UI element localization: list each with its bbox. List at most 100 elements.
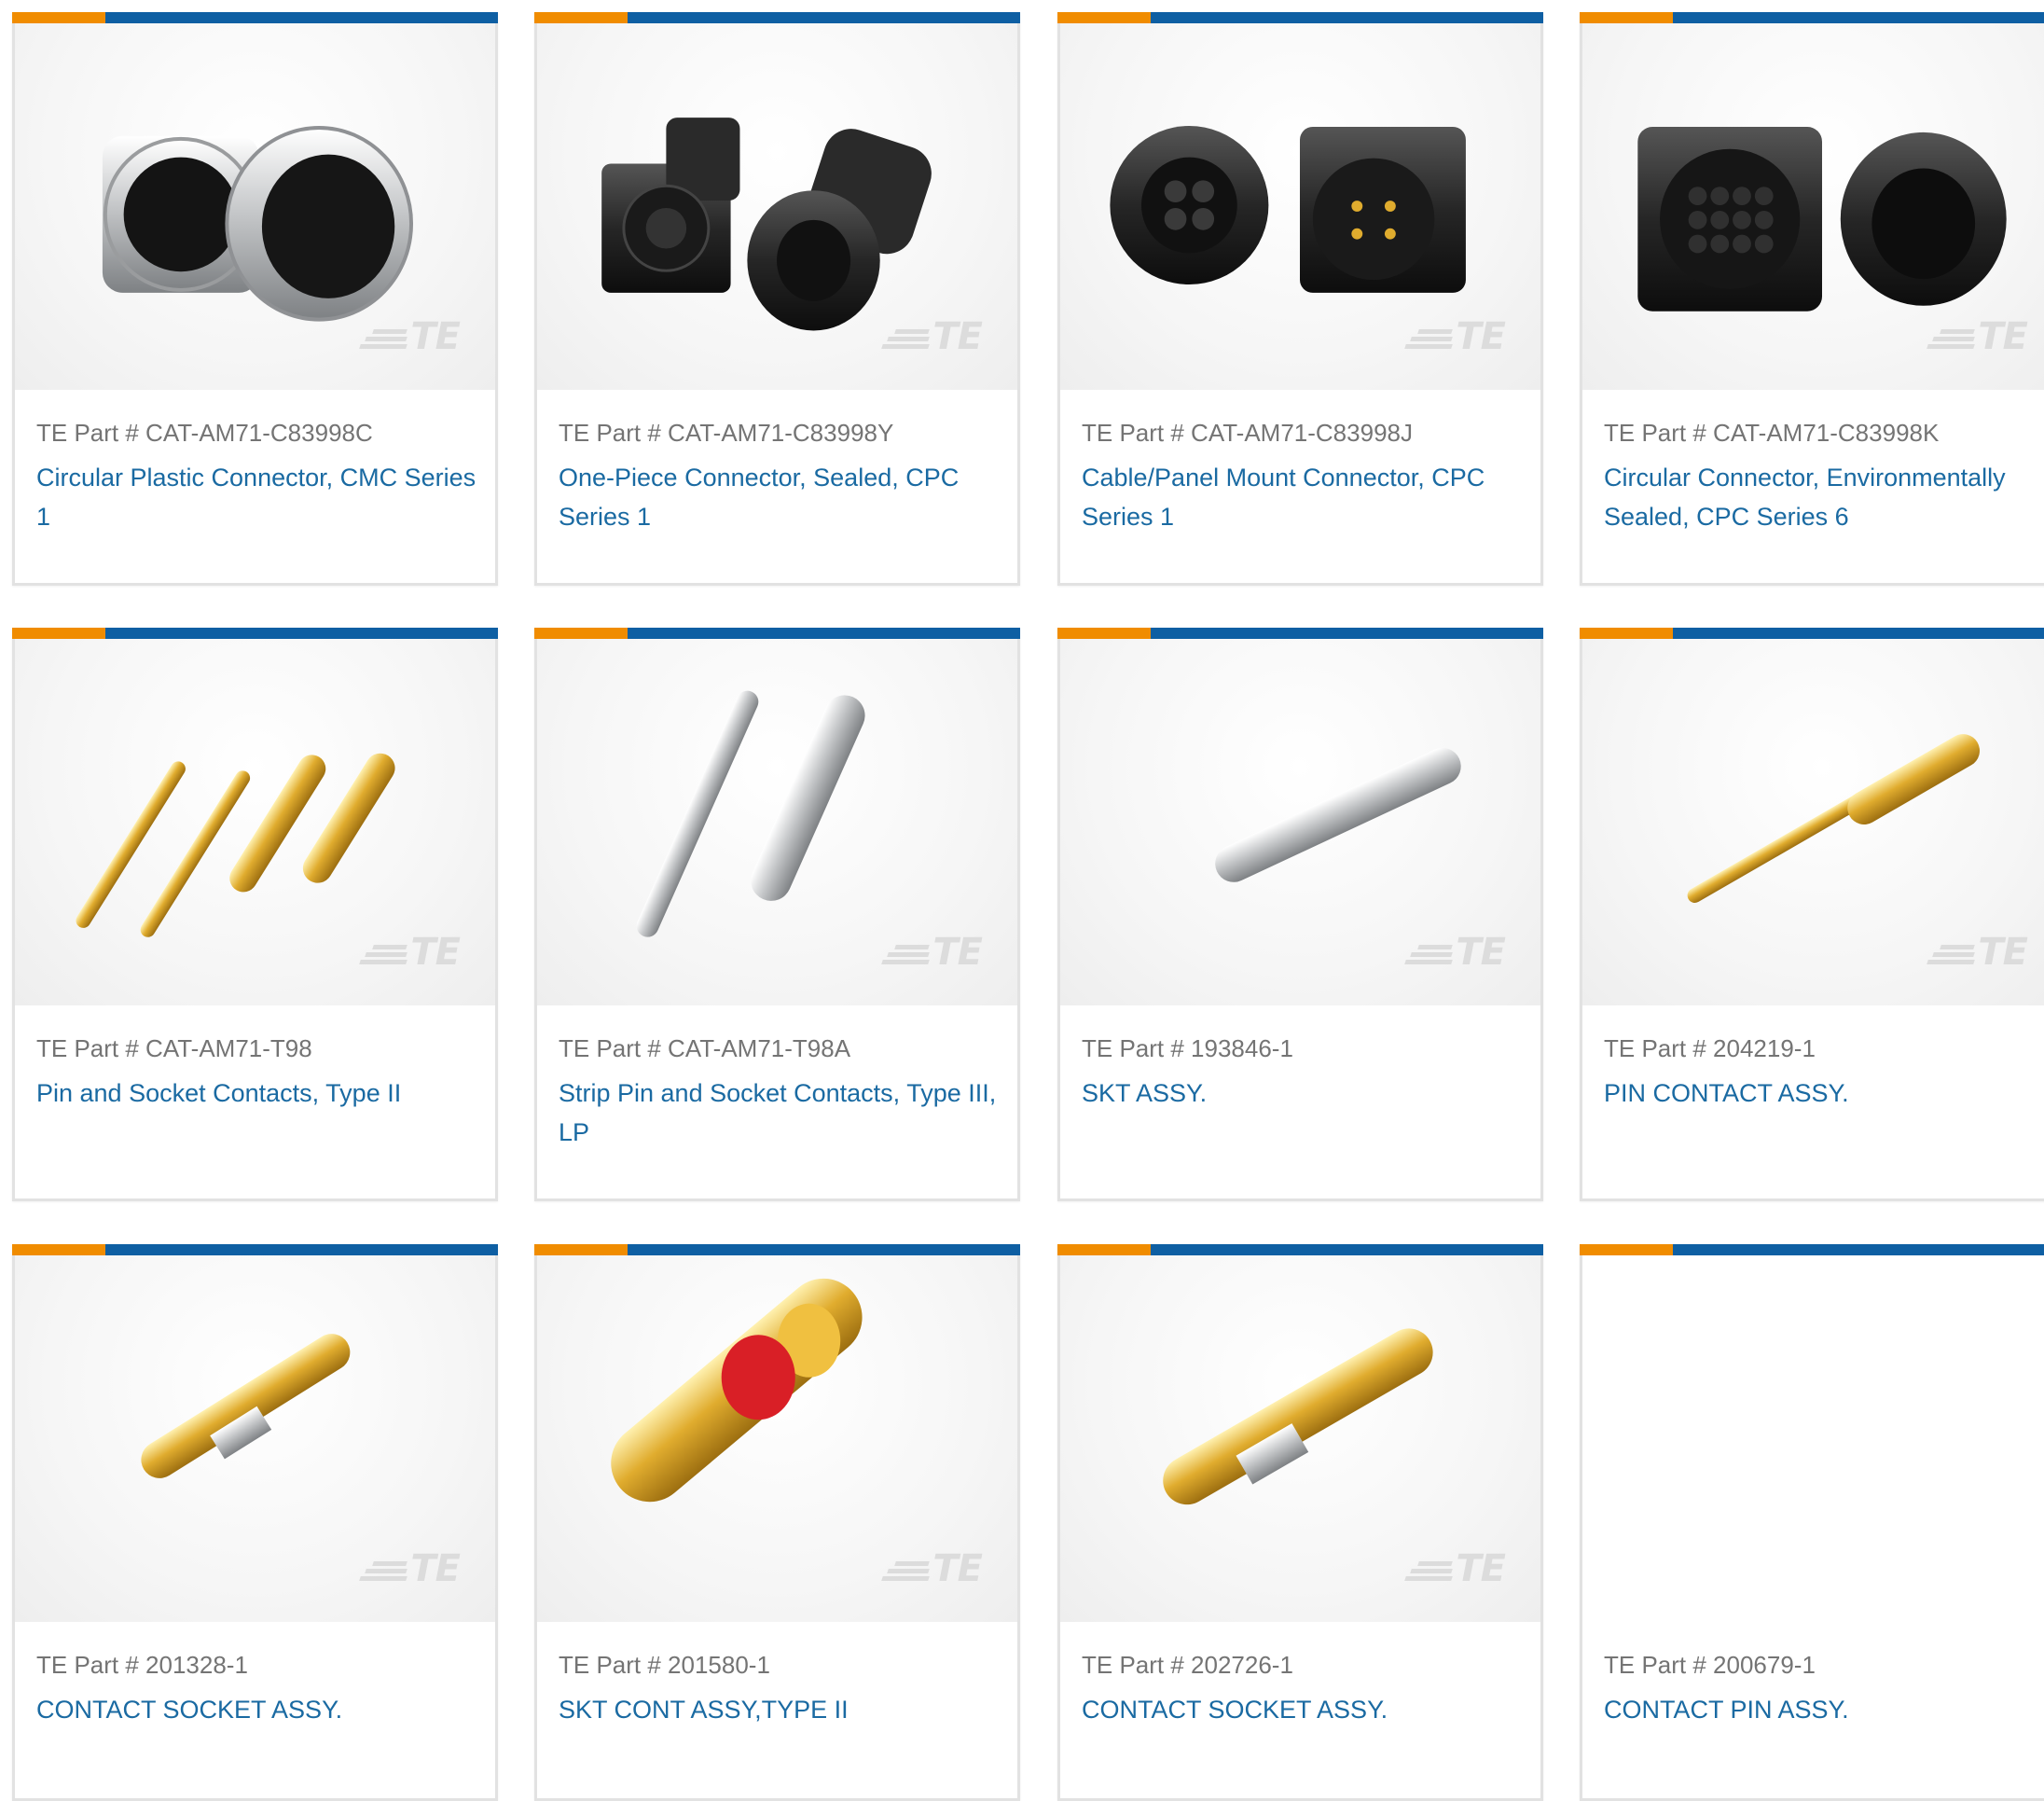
te-logo-text: TE: [932, 315, 983, 358]
product-image[interactable]: TE: [1582, 639, 2044, 1005]
product-title-link[interactable]: Cable/Panel Mount Connector, CPC Series …: [1082, 458, 1539, 536]
product-card[interactable]: TE TE Part # CAT-AM71-C83998Y One-Piece Co…: [534, 12, 1020, 586]
product-card[interactable]: TE Part # 200679-1 CONTACT PIN ASSY.: [1580, 1244, 2044, 1801]
accent-blue-segment: [105, 628, 498, 639]
card-accent-bar: [12, 628, 498, 639]
card-accent-bar: [1580, 628, 2044, 639]
accent-orange-segment: [1580, 1244, 1673, 1255]
te-logo-text: TE: [932, 931, 983, 974]
product-image[interactable]: TE: [15, 639, 495, 1005]
product-image[interactable]: TE: [1582, 23, 2044, 390]
part-number: TE Part # 200679-1: [1604, 1651, 1816, 1679]
te-logo-watermark: TE: [881, 315, 983, 358]
te-logo-text: TE: [1456, 315, 1506, 358]
product-image[interactable]: [1582, 1255, 2044, 1622]
te-logo-watermark: TE: [1404, 1547, 1506, 1590]
product-title-link[interactable]: Circular Plastic Connector, CMC Series 1: [36, 458, 493, 536]
accent-orange-segment: [1580, 628, 1673, 639]
product-title-link[interactable]: CONTACT PIN ASSY.: [1604, 1690, 2044, 1729]
card-accent-bar: [12, 12, 498, 23]
te-logo-text: TE: [410, 315, 461, 358]
card-accent-bar: [1057, 12, 1543, 23]
te-logo-watermark: TE: [1404, 315, 1506, 358]
product-title-link[interactable]: SKT ASSY.: [1082, 1074, 1539, 1113]
accent-orange-segment: [1057, 628, 1151, 639]
te-logo-text: TE: [1978, 931, 2028, 974]
te-logo-watermark: TE: [359, 931, 461, 974]
te-logo-text: TE: [410, 931, 461, 974]
product-image[interactable]: TE: [15, 23, 495, 390]
accent-orange-segment: [1580, 12, 1673, 23]
part-number: TE Part # CAT-AM71-C83998Y: [559, 419, 894, 447]
product-title-link[interactable]: Strip Pin and Socket Contacts, Type III,…: [559, 1074, 1015, 1152]
accent-blue-segment: [628, 1244, 1020, 1255]
part-number: TE Part # 202726-1: [1082, 1651, 1293, 1679]
accent-orange-segment: [12, 12, 105, 23]
product-title-link[interactable]: CONTACT SOCKET ASSY.: [1082, 1690, 1539, 1729]
card-accent-bar: [1580, 1244, 2044, 1255]
product-card[interactable]: TE TE Part # CAT-AM71-C83998C Circular Pla…: [12, 12, 498, 586]
accent-blue-segment: [1673, 1244, 2044, 1255]
product-grid: TE TE Part # CAT-AM71-C83998C Circular Pla…: [0, 0, 2044, 1801]
te-logo-text: TE: [1978, 315, 2028, 358]
part-number: TE Part # 201580-1: [559, 1651, 770, 1679]
part-number: TE Part # CAT-AM71-T98: [36, 1034, 312, 1062]
product-image[interactable]: TE: [537, 639, 1017, 1005]
product-image[interactable]: TE: [537, 23, 1017, 390]
product-title-link[interactable]: SKT CONT ASSY,TYPE II: [559, 1690, 1015, 1729]
part-number: TE Part # 201328-1: [36, 1651, 248, 1679]
part-number: TE Part # CAT-AM71-C83998J: [1082, 419, 1413, 447]
accent-orange-segment: [534, 628, 628, 639]
accent-blue-segment: [628, 12, 1020, 23]
accent-blue-segment: [1673, 12, 2044, 23]
product-image[interactable]: TE: [1060, 639, 1540, 1005]
te-logo-text: TE: [410, 1547, 461, 1590]
part-number: TE Part # CAT-AM71-C83998C: [36, 419, 373, 447]
product-image[interactable]: TE: [1060, 1255, 1540, 1622]
product-image[interactable]: TE: [537, 1255, 1017, 1622]
accent-blue-segment: [1151, 1244, 1543, 1255]
card-accent-bar: [12, 1244, 498, 1255]
product-card[interactable]: TE TE Part # 193846-1 SKT ASSY.: [1057, 628, 1543, 1201]
accent-blue-segment: [105, 1244, 498, 1255]
card-accent-bar: [1580, 12, 2044, 23]
accent-orange-segment: [534, 12, 628, 23]
part-number: TE Part # CAT-AM71-T98A: [559, 1034, 851, 1062]
product-card[interactable]: TE TE Part # 201580-1 SKT CONT ASSY,TYPE I…: [534, 1244, 1020, 1801]
te-logo-watermark: TE: [1404, 931, 1506, 974]
part-number: TE Part # 204219-1: [1604, 1034, 1816, 1062]
product-card[interactable]: TE TE Part # CAT-AM71-C83998K Circular Con…: [1580, 12, 2044, 586]
te-logo-text: TE: [1456, 931, 1506, 974]
product-card[interactable]: TE TE Part # CAT-AM71-T98 Pin and Socket C…: [12, 628, 498, 1201]
product-card[interactable]: TE TE Part # 202726-1 CONTACT SOCKET ASSY.: [1057, 1244, 1543, 1801]
product-card[interactable]: TE TE Part # 204219-1 PIN CONTACT ASSY.: [1580, 628, 2044, 1201]
te-logo-watermark: TE: [359, 1547, 461, 1590]
product-card[interactable]: TE TE Part # CAT-AM71-C83998J Cable/Panel …: [1057, 12, 1543, 586]
te-logo-watermark: TE: [1927, 931, 2028, 974]
product-title-link[interactable]: CONTACT SOCKET ASSY.: [36, 1690, 493, 1729]
te-logo-watermark: TE: [359, 315, 461, 358]
te-logo-text: TE: [1456, 1547, 1506, 1590]
accent-orange-segment: [12, 628, 105, 639]
card-accent-bar: [1057, 1244, 1543, 1255]
product-title-link[interactable]: PIN CONTACT ASSY.: [1604, 1074, 2044, 1113]
accent-orange-segment: [1057, 1244, 1151, 1255]
accent-blue-segment: [628, 628, 1020, 639]
product-image[interactable]: TE: [1060, 23, 1540, 390]
product-card[interactable]: TE TE Part # 201328-1 CONTACT SOCKET ASSY.: [12, 1244, 498, 1801]
accent-blue-segment: [105, 12, 498, 23]
te-logo-watermark: TE: [881, 1547, 983, 1590]
product-title-link[interactable]: Circular Connector, Environmentally Seal…: [1604, 458, 2044, 536]
part-number: TE Part # CAT-AM71-C83998K: [1604, 419, 1940, 447]
product-title-link[interactable]: One-Piece Connector, Sealed, CPC Series …: [559, 458, 1015, 536]
accent-blue-segment: [1151, 12, 1543, 23]
product-title-link[interactable]: Pin and Socket Contacts, Type II: [36, 1074, 493, 1113]
product-image[interactable]: TE: [15, 1255, 495, 1622]
part-number: TE Part # 193846-1: [1082, 1034, 1293, 1062]
accent-blue-segment: [1673, 628, 2044, 639]
accent-orange-segment: [12, 1244, 105, 1255]
te-logo-text: TE: [932, 1547, 983, 1590]
card-accent-bar: [534, 1244, 1020, 1255]
accent-blue-segment: [1151, 628, 1543, 639]
product-card[interactable]: TE TE Part # CAT-AM71-T98A Strip Pin and S…: [534, 628, 1020, 1201]
